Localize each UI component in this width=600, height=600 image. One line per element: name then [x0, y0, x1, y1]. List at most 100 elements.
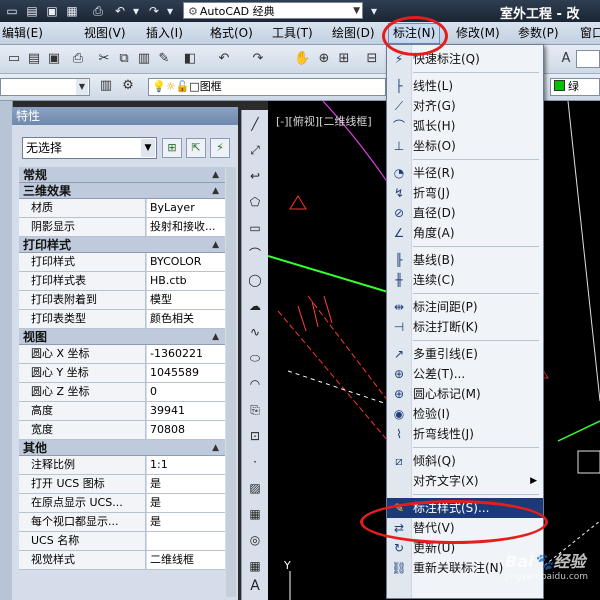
property-row[interactable]: 打印样式 BYCOLOR [19, 253, 225, 272]
menu-item-angular[interactable]: ∠ 角度(A) [387, 223, 543, 243]
match-properties-icon[interactable]: ✎ [156, 51, 172, 67]
property-row[interactable]: 在原点显示 UCS... 是 [19, 494, 225, 513]
property-row[interactable]: 材质 ByLayer [19, 199, 225, 218]
property-value[interactable]: 1045589 [147, 364, 225, 382]
selection-combo[interactable]: 无选择 ▼ [22, 137, 157, 159]
menu-item-dimension-break[interactable]: ⊣ 标注打断(K) [387, 317, 543, 337]
save-icon[interactable]: ▣ [46, 51, 62, 67]
property-row[interactable]: UCS 名称 [19, 532, 225, 551]
property-row[interactable]: 视觉样式 二维线框 [19, 551, 225, 570]
line-icon[interactable]: ╱ [247, 116, 263, 132]
polygon-icon[interactable]: ⬠ [247, 194, 263, 210]
make-block-icon[interactable]: ⊡ [247, 428, 263, 444]
hatch-icon[interactable]: ▨ [247, 480, 263, 496]
menu-modify[interactable]: 修改(M) [456, 25, 500, 41]
property-row[interactable]: 打开 UCS 图标是 [19, 475, 225, 494]
property-value[interactable]: 模型 [147, 291, 225, 309]
construction-line-icon[interactable]: ⤢ [247, 142, 263, 158]
menu-item-dimension-space[interactable]: ⇹ 标注间距(P) [387, 297, 543, 317]
menu-parametric[interactable]: 参数(P) [518, 25, 559, 41]
undo-icon[interactable]: ↶ [112, 3, 128, 19]
property-value[interactable]: 是 [147, 475, 225, 493]
polyline-icon[interactable]: ↩ [247, 168, 263, 184]
zoom-previous-icon[interactable]: ⊟ [364, 51, 380, 67]
cut-icon[interactable]: ✂ [96, 51, 112, 67]
menu-item-multileader[interactable]: ↗ 多重引线(E) [387, 344, 543, 364]
new-file-icon[interactable]: ▭ [4, 3, 20, 19]
print-icon[interactable]: ⎙ [70, 51, 86, 67]
viewport-label[interactable]: [-][俯视][二维线框] [276, 113, 372, 129]
ellipse-icon[interactable]: ⬭ [247, 350, 263, 366]
property-value[interactable]: 1:1 [147, 456, 225, 474]
menu-item-aligned[interactable]: ⟋ 对齐(G) [387, 96, 543, 116]
table-icon[interactable]: ▦ [247, 558, 263, 574]
properties-section-header[interactable]: 视图 ▲ [19, 329, 225, 345]
menu-item-oblique[interactable]: ⧄ 倾斜(Q) [387, 451, 543, 471]
spline-icon[interactable]: ∿ [247, 324, 263, 340]
property-row[interactable]: 高度 39941 [19, 402, 225, 421]
zoom-window-icon[interactable]: ⊞ [336, 51, 352, 67]
property-value[interactable]: -1360221 [147, 345, 225, 363]
properties-section-header[interactable]: 三维效果 ▲ [19, 183, 225, 199]
property-value[interactable]: 投射和接收... [147, 218, 225, 236]
multiline-text-icon[interactable]: A [247, 578, 263, 594]
menu-edit[interactable]: 编辑(E) [2, 25, 43, 41]
property-row[interactable]: 宽度 70808 [19, 421, 225, 440]
menu-item-jogged-linear[interactable]: ⌇ 折弯线性(J) [387, 424, 543, 444]
layer-combo[interactable]: 💡☼🔓□图框 [148, 78, 386, 96]
menu-item-arc-length[interactable]: ⌒ 弧长(H) [387, 116, 543, 136]
property-value[interactable]: ByLayer [147, 199, 225, 217]
property-row[interactable]: 打印样式表 HB.ctb [19, 272, 225, 291]
menu-window[interactable]: 窗口 [580, 25, 600, 41]
collapse-arrow-icon[interactable]: ▲ [212, 440, 219, 456]
insert-block-icon[interactable]: ⎘ [247, 402, 263, 418]
collapse-arrow-icon[interactable]: ▲ [212, 329, 219, 345]
gradient-icon[interactable]: ▦ [247, 506, 263, 522]
property-row[interactable]: 阴影显示 投射和接收... [19, 218, 225, 237]
menu-item-baseline[interactable]: ╟ 基线(B) [387, 250, 543, 270]
layer-manager-icon[interactable]: ▥ [98, 78, 114, 94]
menu-draw[interactable]: 绘图(D) [332, 25, 375, 41]
properties-scrollbar[interactable] [226, 167, 236, 597]
properties-section-header[interactable]: 其他 ▲ [19, 440, 225, 456]
property-row[interactable]: 圆心 X 坐标 -1360221 [19, 345, 225, 364]
color-combo[interactable]: 绿 [550, 78, 600, 96]
menu-item-linear[interactable]: ├ 线性(L) [387, 76, 543, 96]
menu-tools[interactable]: 工具(T) [272, 25, 313, 41]
property-row[interactable]: 圆心 Y 坐标 1045589 [19, 364, 225, 383]
ellipse-arc-icon[interactable]: ◠ [247, 376, 263, 392]
menu-item-ordinate[interactable]: ⊥ 坐标(O) [387, 136, 543, 156]
menu-format[interactable]: 格式(O) [210, 25, 253, 41]
zoom-icon[interactable]: ⊕ [316, 51, 332, 67]
print-icon[interactable]: ⎙ [90, 3, 106, 19]
revision-cloud-icon[interactable]: ☁ [247, 298, 263, 314]
collapse-arrow-icon[interactable]: ▲ [212, 237, 219, 253]
new-icon[interactable]: ▭ [6, 51, 22, 67]
undo-icon[interactable]: ↶ [216, 51, 232, 67]
menu-insert[interactable]: 插入(I) [146, 25, 183, 41]
collapse-arrow-icon[interactable]: ▲ [212, 167, 219, 183]
menu-item-center-mark[interactable]: ⊕ 圆心标记(M) [387, 384, 543, 404]
menu-item-continue[interactable]: ╫ 连续(C) [387, 270, 543, 290]
menu-item-tolerance[interactable]: ⊕ 公差(T)... [387, 364, 543, 384]
open-folder-icon[interactable]: ▤ [24, 3, 40, 19]
open-icon[interactable]: ▤ [26, 51, 42, 67]
pan-icon[interactable]: ✋ [294, 51, 310, 67]
layer-state-icon[interactable]: ⚙ [120, 78, 136, 94]
property-row[interactable]: 圆心 Z 坐标 0 [19, 383, 225, 402]
menu-item-radius[interactable]: ◔ 半径(R) [387, 163, 543, 183]
text-style-combo[interactable] [576, 50, 600, 68]
menu-item-inspection[interactable]: ◉ 检验(I) [387, 404, 543, 424]
redo-dropdown-icon[interactable]: ▾ [162, 3, 178, 19]
point-icon[interactable]: · [247, 454, 263, 470]
properties-section-header[interactable]: 常规 ▲ [19, 167, 225, 183]
paste-icon[interactable]: ▥ [136, 51, 152, 67]
property-row[interactable]: 每个视口都显示... 是 [19, 513, 225, 532]
property-value[interactable]: 0 [147, 383, 225, 401]
workspace-combo[interactable]: ▼ [0, 78, 90, 96]
workspace-select[interactable]: ⚙ AutoCAD 经典 ▼ [183, 2, 363, 19]
redo-icon[interactable]: ↷ [146, 3, 162, 19]
save-as-icon[interactable]: ▦ [64, 3, 80, 19]
region-icon[interactable]: ◎ [247, 532, 263, 548]
property-value[interactable]: 39941 [147, 402, 225, 420]
